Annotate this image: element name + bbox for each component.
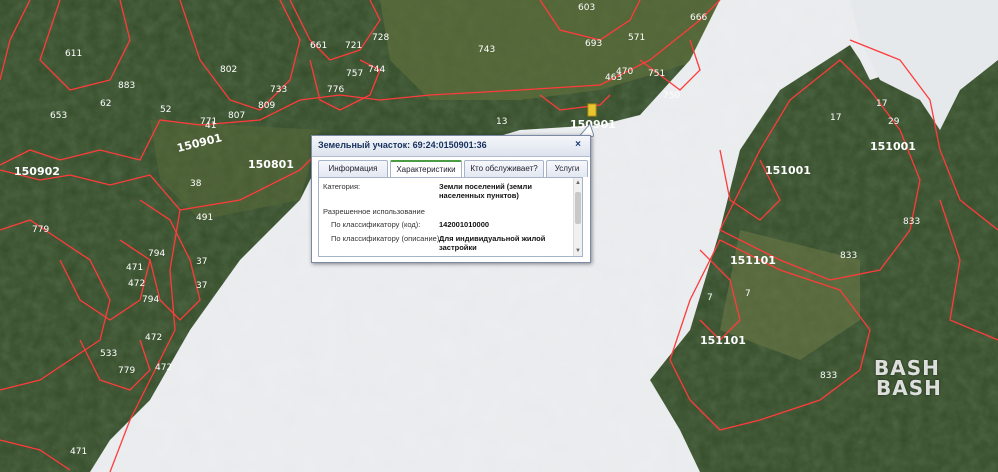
- classifier-code-value: 142001010000: [439, 220, 490, 229]
- svg-text:471: 471: [126, 263, 143, 273]
- close-icon[interactable]: ×: [572, 139, 584, 151]
- svg-text:472: 472: [155, 363, 172, 373]
- svg-text:661: 661: [310, 41, 327, 51]
- svg-text:491: 491: [196, 213, 213, 223]
- svg-text:833: 833: [840, 251, 857, 261]
- svg-text:472: 472: [145, 333, 162, 343]
- svg-text:37: 37: [196, 257, 207, 267]
- category-value-line1: Земли поселений (земли: [439, 182, 532, 191]
- svg-text:150902: 150902: [14, 165, 60, 178]
- svg-text:17: 17: [876, 99, 887, 109]
- scrollbar-thumb[interactable]: [575, 192, 581, 224]
- svg-text:744: 744: [368, 65, 385, 75]
- svg-text:17: 17: [830, 113, 841, 123]
- classifier-desc-label: По классификатору (описание):: [331, 234, 442, 243]
- svg-text:151101: 151101: [730, 254, 776, 267]
- panel-scrollbar[interactable]: ▲ ▼: [573, 178, 582, 256]
- popup-title: Земельный участок: 69:24:0150901:36: [318, 140, 487, 150]
- permitted-use-heading: Разрешенное использование: [323, 207, 425, 216]
- svg-text:721: 721: [345, 41, 362, 51]
- classifier-code-label: По классификатору (код):: [331, 220, 421, 229]
- svg-text:666: 666: [690, 13, 707, 23]
- svg-text:471: 471: [70, 447, 87, 457]
- parcel-info-popup: Земельный участок: 69:24:0150901:36 × Ин…: [311, 135, 591, 263]
- svg-text:470: 470: [616, 67, 633, 77]
- selected-parcel[interactable]: [587, 103, 597, 117]
- svg-text:603: 603: [578, 3, 595, 13]
- svg-text:779: 779: [32, 225, 49, 235]
- classifier-desc-value-line2: застройки: [439, 243, 477, 252]
- svg-text:38: 38: [190, 179, 202, 189]
- svg-text:41: 41: [205, 121, 216, 131]
- classifier-desc-value-line1: Для индивидуальной жилой: [439, 234, 546, 243]
- svg-text:37: 37: [196, 281, 207, 291]
- svg-text:151001: 151001: [870, 140, 916, 153]
- svg-text:728: 728: [372, 33, 389, 43]
- svg-text:757: 757: [346, 69, 363, 79]
- svg-text:611: 611: [65, 49, 82, 59]
- tab-who-serves[interactable]: Кто обслуживает?: [464, 160, 544, 177]
- svg-text:7: 7: [707, 293, 713, 303]
- watermark-logo: BASH BASH: [874, 358, 946, 398]
- svg-text:653: 653: [50, 111, 67, 121]
- svg-text:533: 533: [100, 349, 117, 359]
- svg-text:693: 693: [585, 39, 602, 49]
- svg-text:52: 52: [160, 105, 171, 115]
- category-label: Категория:: [323, 182, 361, 191]
- svg-text:833: 833: [820, 371, 837, 381]
- svg-text:807: 807: [228, 111, 245, 121]
- svg-text:62: 62: [100, 99, 111, 109]
- characteristics-panel: Категория: Земли поселений (земли населе…: [318, 177, 583, 257]
- svg-text:833: 833: [903, 217, 920, 227]
- scroll-up-icon[interactable]: ▲: [574, 179, 582, 187]
- svg-text:794: 794: [148, 249, 165, 259]
- svg-text:7: 7: [745, 289, 751, 299]
- svg-text:809: 809: [258, 101, 275, 111]
- popup-header: Земельный участок: 69:24:0150901:36 ×: [312, 136, 590, 157]
- svg-text:151101: 151101: [700, 334, 746, 347]
- svg-text:150801: 150801: [248, 158, 294, 171]
- tab-information[interactable]: Информация: [318, 160, 388, 177]
- watermark-line1: BASH: [874, 356, 940, 380]
- svg-text:883: 883: [118, 81, 135, 91]
- svg-text:13: 13: [496, 117, 507, 127]
- tab-services[interactable]: Услуги: [546, 160, 588, 177]
- svg-text:733: 733: [270, 85, 287, 95]
- svg-text:151001: 151001: [765, 164, 811, 177]
- scroll-down-icon[interactable]: ▼: [574, 247, 582, 255]
- svg-text:750: 750: [663, 91, 680, 101]
- category-value-line2: населенных пунктов): [439, 191, 519, 200]
- svg-text:743: 743: [478, 45, 495, 55]
- svg-text:571: 571: [628, 33, 645, 43]
- svg-text:751: 751: [648, 69, 665, 79]
- svg-text:802: 802: [220, 65, 237, 75]
- svg-text:29: 29: [888, 117, 900, 127]
- watermark-line2: BASH: [876, 376, 942, 400]
- svg-text:779: 779: [118, 366, 135, 376]
- svg-text:794: 794: [142, 295, 159, 305]
- svg-text:472: 472: [128, 279, 145, 289]
- svg-text:776: 776: [327, 85, 344, 95]
